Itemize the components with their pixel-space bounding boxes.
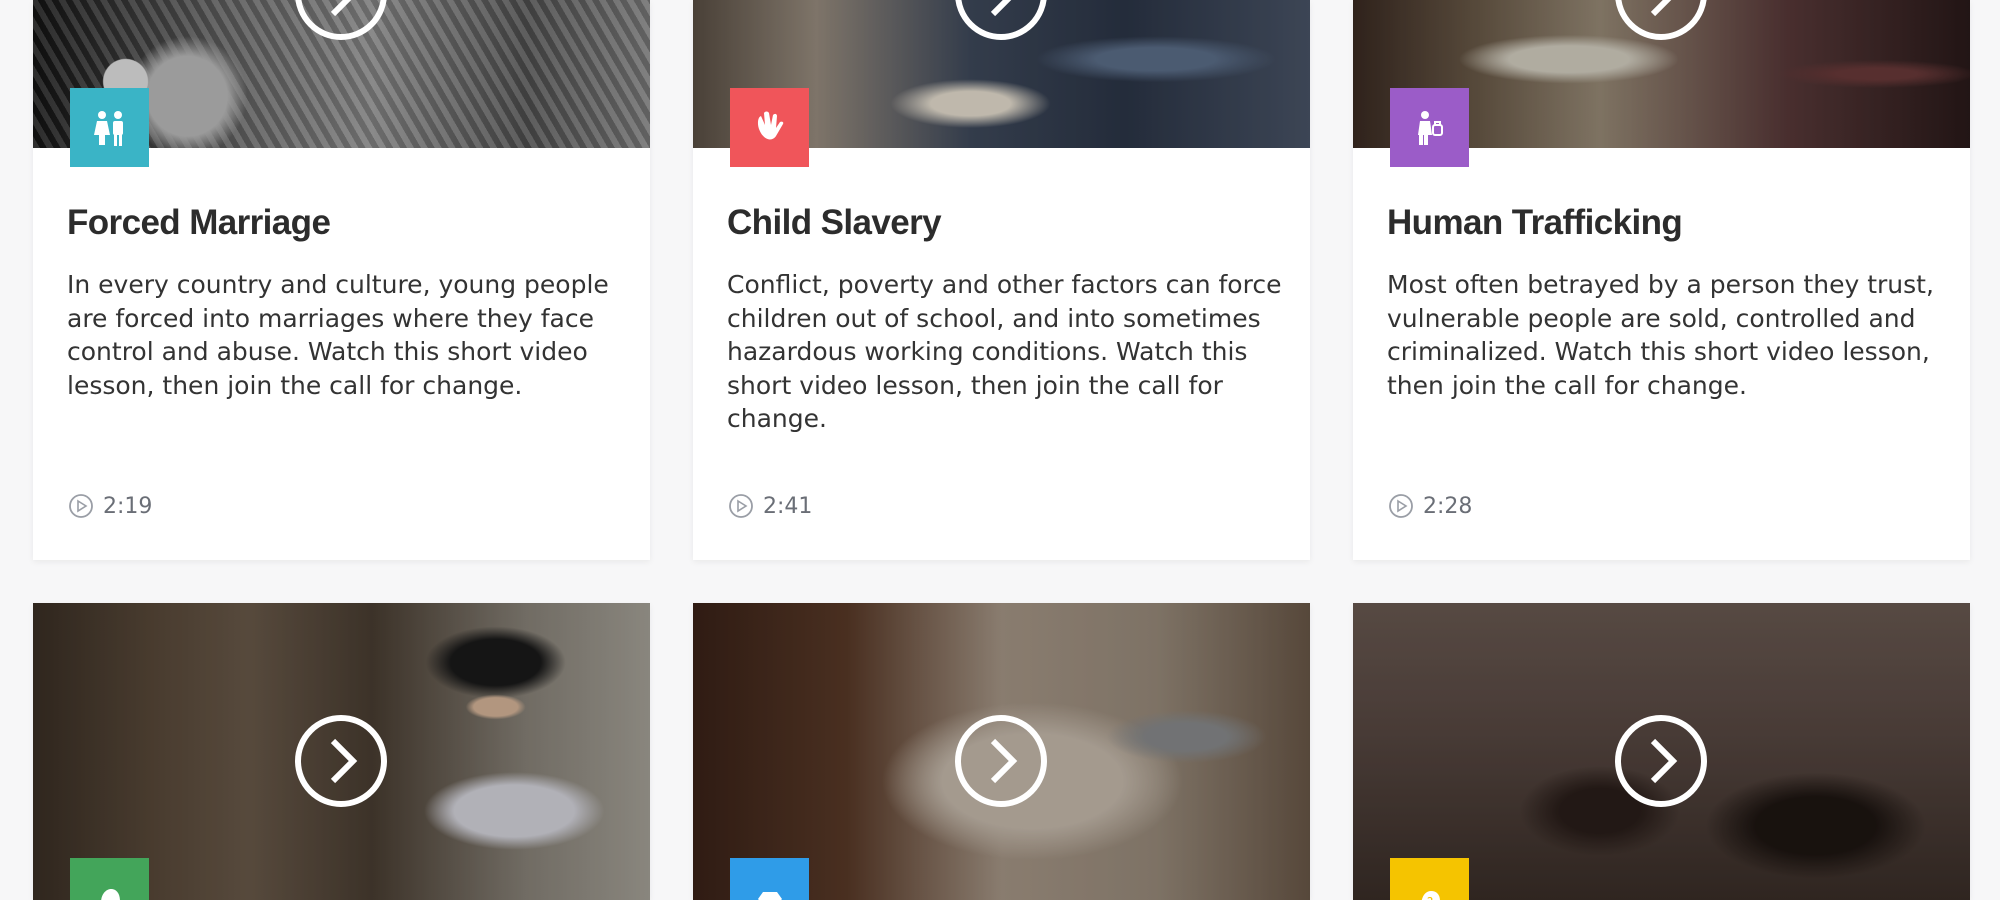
svg-text:?: ? — [1426, 895, 1432, 900]
video-thumbnail[interactable] — [33, 603, 650, 900]
person-bag-icon — [1390, 88, 1469, 167]
play-icon[interactable] — [1615, 715, 1707, 807]
video-thumbnail[interactable] — [693, 603, 1310, 900]
lesson-card[interactable] — [33, 603, 650, 900]
diamond-icon — [730, 858, 809, 900]
lesson-card[interactable]: Child Slavery Conflict, poverty and othe… — [693, 0, 1310, 560]
video-duration: 2:28 — [1387, 492, 1472, 520]
duration-text: 2:28 — [1423, 493, 1473, 519]
couple-icon — [70, 88, 149, 167]
lesson-card[interactable]: ? — [1353, 603, 1970, 900]
duration-text: 2:41 — [763, 493, 813, 519]
head-icon — [70, 858, 149, 900]
video-duration: 2:19 — [67, 492, 152, 520]
card-description: Most often betrayed by a person they tru… — [1387, 270, 1934, 400]
video-thumbnail[interactable] — [1353, 603, 1970, 900]
question-head-icon: ? — [1390, 858, 1469, 900]
card-title[interactable]: Child Slavery — [727, 203, 942, 243]
duration-text: 2:19 — [103, 493, 153, 519]
play-icon[interactable] — [955, 715, 1047, 807]
card-description: In every country and culture, young peop… — [67, 270, 609, 400]
play-circle-icon — [69, 494, 93, 518]
card-title[interactable]: Human Trafficking — [1387, 203, 1683, 243]
lesson-card[interactable]: Forced Marriage In every country and cul… — [33, 0, 650, 560]
hand-icon — [730, 88, 809, 167]
lesson-card[interactable] — [693, 603, 1310, 900]
card-title[interactable]: Forced Marriage — [67, 203, 331, 243]
play-circle-icon — [1389, 494, 1413, 518]
play-circle-icon — [729, 494, 753, 518]
play-icon[interactable] — [295, 715, 387, 807]
lesson-card[interactable]: Human Trafficking Most often betrayed by… — [1353, 0, 1970, 560]
card-description: Conflict, poverty and other factors can … — [727, 270, 1282, 433]
video-duration: 2:41 — [727, 492, 812, 520]
